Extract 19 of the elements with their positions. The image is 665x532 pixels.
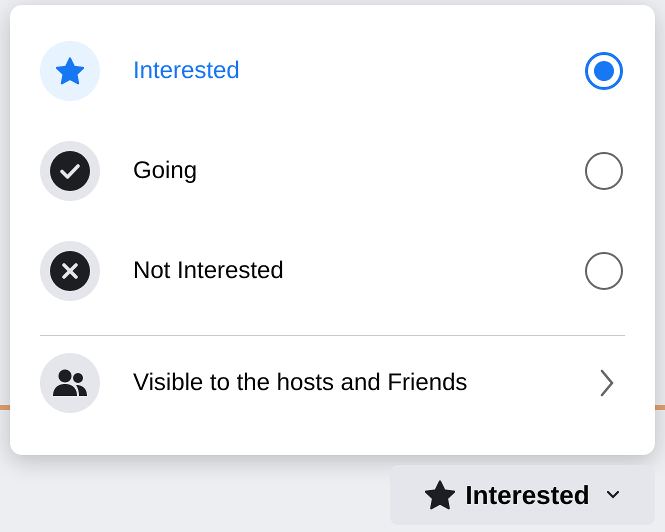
audience-item[interactable]: Visible to the hosts and Friends: [40, 348, 625, 418]
radio-button[interactable]: [585, 152, 623, 190]
interested-button[interactable]: Interested: [390, 465, 655, 525]
option-label: Interested: [133, 57, 241, 85]
chevron-down-icon: [606, 490, 620, 500]
audience-label: Visible to the hosts and Friends: [133, 369, 468, 397]
radio-button[interactable]: [585, 52, 623, 90]
check-circle-icon: [50, 151, 90, 191]
radio-button[interactable]: [585, 252, 623, 290]
close-circle-icon: [50, 251, 90, 291]
star-icon: [56, 57, 84, 85]
people-icon: [52, 368, 88, 398]
option-label: Not Interested: [133, 257, 285, 285]
menu-item[interactable]: Going: [40, 121, 625, 221]
chevron-right-icon: [599, 368, 615, 398]
star-icon: [425, 480, 456, 510]
menu-item[interactable]: Interested: [40, 21, 625, 121]
option-label: Going: [133, 157, 198, 185]
menu-item[interactable]: Not Interested: [40, 221, 625, 321]
